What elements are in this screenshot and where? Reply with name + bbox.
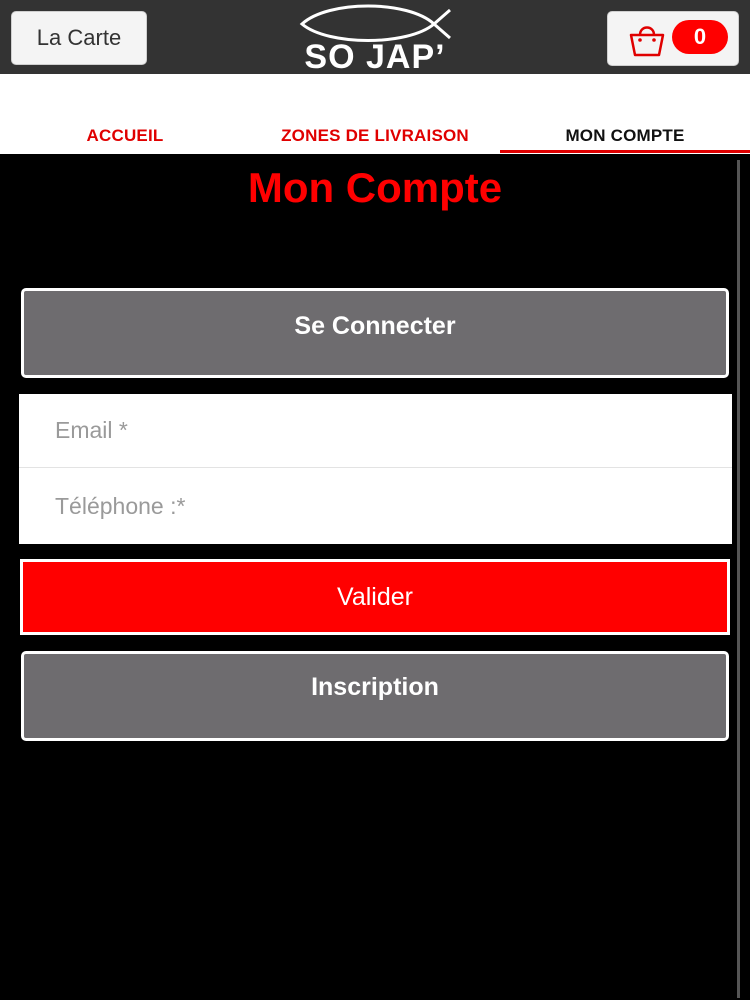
page-title: Mon Compte (247, 164, 503, 211)
email-field[interactable]: Email * (19, 394, 732, 468)
se-connecter-button[interactable]: Se Connecter (21, 288, 729, 378)
cart-count-badge: 0 (672, 20, 728, 54)
active-tab-indicator (500, 150, 750, 153)
tab-bar: ACCUEIL ZONES DE LIVRAISON MON COMPTE (0, 74, 750, 154)
la-carte-button[interactable]: La Carte (11, 11, 147, 65)
shopping-bag-icon (629, 26, 665, 57)
inscription-button[interactable]: Inscription (21, 651, 729, 741)
logo[interactable]: SO JAP’ (288, 2, 462, 76)
login-form: Email * Téléphone :* (19, 394, 732, 544)
tab-zones-de-livraison[interactable]: ZONES DE LIVRAISON (250, 126, 500, 148)
phone-field[interactable]: Téléphone :* (19, 469, 732, 543)
tab-mon-compte[interactable]: MON COMPTE (500, 126, 750, 148)
cart-button[interactable]: 0 (607, 11, 739, 66)
valider-button[interactable]: Valider (20, 559, 730, 635)
tab-accueil[interactable]: ACCUEIL (0, 126, 250, 148)
logo-text: SO JAP’ (304, 38, 446, 76)
scrollbar[interactable] (737, 160, 740, 998)
top-header: La Carte SO JAP’ 0 (0, 0, 750, 76)
